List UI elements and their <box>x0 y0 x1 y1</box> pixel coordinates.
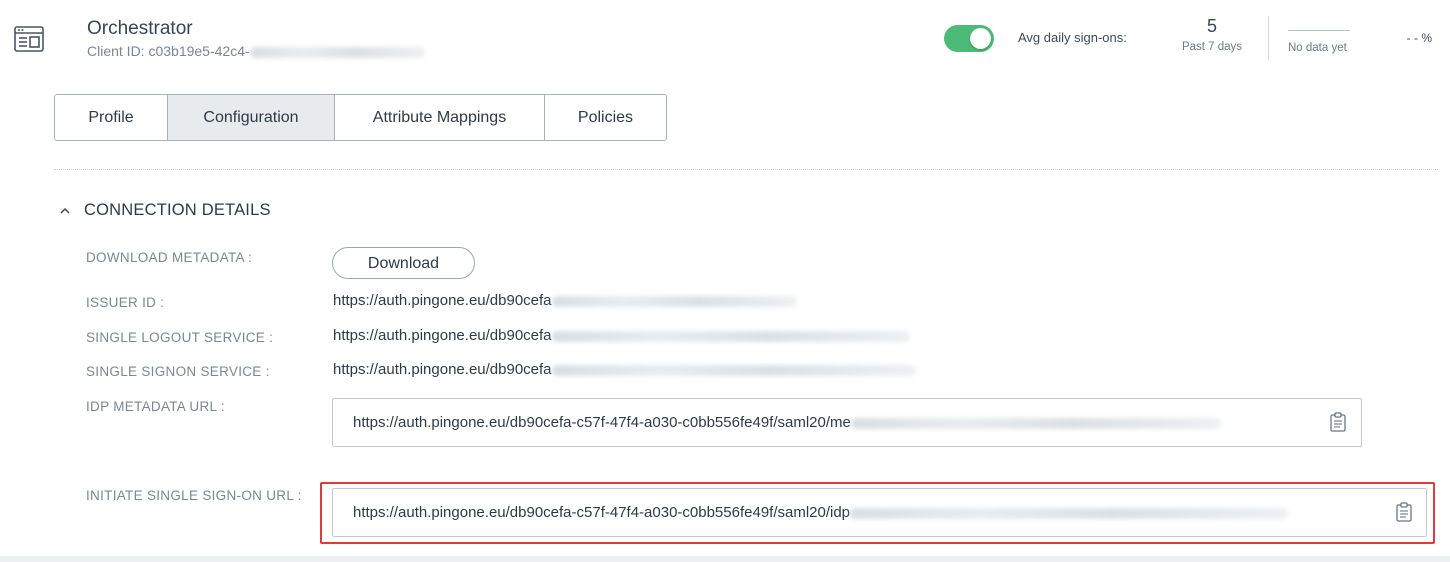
chevron-up-icon <box>60 207 70 214</box>
idp-metadata-url-field[interactable]: https://auth.pingone.eu/db90cefa-c57f-47… <box>332 398 1362 447</box>
highlight-box <box>320 482 1435 544</box>
section-title: CONNECTION DETAILS <box>84 201 271 219</box>
redacted-text <box>551 364 916 376</box>
connection-details-header[interactable]: CONNECTION DETAILS <box>58 201 271 220</box>
header-divider <box>1268 16 1269 60</box>
issuer-id-text: https://auth.pingone.eu/db90cefa <box>333 292 552 309</box>
change-percent: - - % <box>1406 31 1432 45</box>
initiate-sso-url-label: INITIATE SINGLE SIGN-ON URL : <box>86 488 302 503</box>
tab-configuration[interactable]: Configuration <box>168 95 335 140</box>
client-id-text: Client ID: c03b19e5-42c4- <box>87 43 250 59</box>
avg-signons-count: 5 <box>1206 16 1217 36</box>
no-data-label: No data yet <box>1288 42 1347 54</box>
single-signon-text: https://auth.pingone.eu/db90cefa <box>333 361 552 378</box>
download-button[interactable]: Download <box>332 247 475 279</box>
divider <box>54 169 1438 170</box>
issuer-id-label: ISSUER ID : <box>86 295 165 310</box>
download-metadata-label: DOWNLOAD METADATA : <box>86 250 253 265</box>
client-id: Client ID: c03b19e5-42c4- <box>87 43 425 59</box>
tab-attribute-mappings[interactable]: Attribute Mappings <box>335 95 545 140</box>
sparkline <box>1288 30 1350 31</box>
redacted-text <box>551 330 910 342</box>
redacted-text <box>850 417 1221 429</box>
redacted-text <box>551 295 797 307</box>
avg-signons-period: Past 7 days <box>1181 41 1243 53</box>
single-signon-value: https://auth.pingone.eu/db90cefa <box>333 361 916 378</box>
tab-policies[interactable]: Policies <box>545 95 666 140</box>
application-icon <box>14 26 44 52</box>
idp-metadata-url-label: IDP METADATA URL : <box>86 399 225 414</box>
bottom-bar <box>0 556 1450 562</box>
redacted-text <box>249 46 425 58</box>
single-signon-label: SINGLE SIGNON SERVICE : <box>86 364 270 379</box>
tab-bar: Profile Configuration Attribute Mappings… <box>54 94 667 141</box>
toggle-knob <box>970 28 991 49</box>
app-name: Orchestrator <box>87 18 193 39</box>
avg-signons-label: Avg daily sign-ons: <box>1018 30 1127 45</box>
issuer-id-value: https://auth.pingone.eu/db90cefa <box>333 292 797 309</box>
single-logout-label: SINGLE LOGOUT SERVICE : <box>86 330 274 345</box>
enable-toggle[interactable] <box>944 25 994 52</box>
clipboard-icon[interactable] <box>1330 412 1346 432</box>
idp-metadata-url-text: https://auth.pingone.eu/db90cefa-c57f-47… <box>353 414 851 431</box>
tab-profile[interactable]: Profile <box>55 95 168 140</box>
single-logout-value: https://auth.pingone.eu/db90cefa <box>333 327 910 344</box>
single-logout-text: https://auth.pingone.eu/db90cefa <box>333 327 552 344</box>
